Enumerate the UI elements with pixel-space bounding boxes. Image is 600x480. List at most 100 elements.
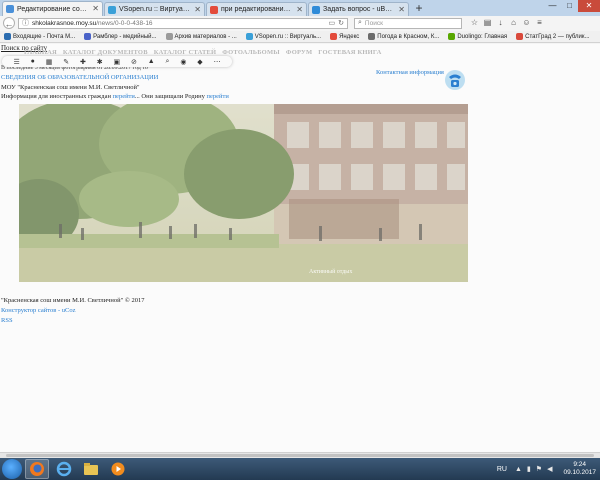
minimize-button[interactable]: — — [544, 0, 561, 12]
tab-title: при редактировании новост — [221, 6, 292, 13]
info-text: Информация для иностранных граждан — [1, 93, 111, 100]
start-button[interactable] — [2, 459, 22, 479]
system-tray: RU ▲ ▮ ⚑ ◀ 9:24 09.10.2017 — [497, 458, 596, 480]
network-icon[interactable]: ▮ — [527, 465, 531, 473]
menu-icon[interactable]: ≡ — [533, 17, 546, 29]
url-domain: shkolakrasnoe.moy.su — [32, 19, 97, 27]
school-photo: Активный отдых — [19, 104, 468, 282]
school-name: МОУ "Красненская сош имени М.И. Светличн… — [1, 84, 140, 91]
block-icon[interactable]: ⊘ — [131, 58, 137, 66]
help-icon[interactable]: ◆ — [197, 58, 202, 66]
tab-favicon-icon — [6, 5, 14, 13]
rss-link[interactable]: RSS — [1, 317, 13, 324]
mail-icon — [4, 33, 11, 40]
bookmark-item[interactable]: СтатГрад 2 — публик... — [516, 33, 590, 40]
download-icon[interactable]: ↓ — [494, 17, 507, 29]
media-player-taskbar-icon[interactable] — [106, 459, 130, 479]
vsopen-icon — [245, 33, 253, 40]
tab-favicon-icon — [108, 6, 116, 14]
menu-item-documents[interactable]: КАТАЛОГ ДОКУМЕНТОВ — [63, 49, 148, 56]
menu-item-photoalbums[interactable]: ФОТОАЛЬБОМЫ — [222, 49, 280, 56]
bookmark-label: Duolingo: Главная — [457, 33, 508, 40]
ie-taskbar-icon[interactable] — [52, 459, 76, 479]
bookmark-item[interactable]: Duolingo: Главная — [448, 33, 507, 40]
organization-info-link[interactable]: СВЕДЕНИЯ ОБ ОБРАЗОВАТЕЛЬНОЙ ОРГАНИЗАЦИИ — [1, 74, 158, 81]
menu-item-forum[interactable]: ФОРУМ — [286, 49, 312, 56]
star-icon[interactable]: ☆ — [468, 17, 481, 29]
folder-icon — [84, 463, 98, 475]
search-icon: ⌕ — [358, 19, 362, 26]
library-icon[interactable]: ▤ — [481, 17, 494, 29]
arrow-up-icon[interactable]: ▲ — [515, 466, 522, 473]
bookmark-item[interactable]: Рамблер - медийный... — [84, 33, 157, 40]
bookmark-item[interactable]: VSopen.ru :: Виртуаль... — [245, 33, 321, 40]
media-icon[interactable]: ▣ — [113, 58, 120, 66]
more-icon[interactable]: ⋯ — [214, 58, 221, 66]
close-tab-icon[interactable]: ✕ — [296, 5, 303, 14]
close-tab-icon[interactable]: ✕ — [398, 5, 405, 14]
yandex-icon — [330, 33, 338, 40]
flag-icon[interactable]: ⚑ — [536, 465, 542, 473]
close-tab-icon[interactable]: ✕ — [194, 5, 201, 14]
menu-icon[interactable]: ☰ — [13, 58, 19, 66]
grid-icon[interactable]: ▦ — [46, 58, 53, 66]
bookmark-label: Погода в Красном, К... — [377, 33, 440, 40]
defended-homeland-link[interactable]: перейти — [207, 93, 229, 100]
foreigners-info-link[interactable]: перейти — [113, 93, 135, 100]
maximize-button[interactable]: □ — [561, 0, 578, 12]
clock[interactable]: 9:24 09.10.2017 — [563, 461, 596, 477]
tab-news-edit-question[interactable]: при редактировании новост ✕ — [206, 2, 307, 16]
tab-title: VSopen.ru :: Виртуальный ц — [119, 6, 190, 13]
tab-favicon-icon — [312, 6, 320, 14]
bell-icon[interactable]: ▲ — [148, 58, 155, 65]
reader-view-icon[interactable]: ▭ — [329, 19, 336, 27]
puzzle-icon[interactable]: ✚ — [80, 58, 86, 66]
tab-favicon-icon — [210, 6, 218, 14]
tab-edit-message[interactable]: Редактирование сообщения ✕ — [2, 1, 103, 16]
edit-icon[interactable]: ✎ — [63, 58, 69, 66]
settings-icon[interactable]: ✱ — [97, 58, 103, 66]
search-icon[interactable]: ⌕ — [166, 58, 170, 66]
search-input[interactable]: ⌕ Поиск — [354, 17, 462, 29]
contacts-link[interactable]: Контактная информация — [376, 69, 444, 76]
url-text[interactable]: shkolakrasnoe.moy.su/news/0-0-0-438-16 — [32, 20, 326, 27]
bookmark-item[interactable]: Яндекс — [330, 33, 359, 40]
ucoz-constructor-link[interactable]: Конструктор сайтов - uCoz — [1, 307, 75, 314]
language-indicator[interactable]: RU — [497, 466, 507, 473]
smiley-icon[interactable]: ☺ — [520, 17, 533, 29]
info-separator: ... Они защищали Родину — [134, 93, 205, 100]
page-icon — [165, 33, 173, 40]
bookmark-label: Архив материалов - ... — [174, 33, 237, 40]
eye-icon[interactable]: ◉ — [180, 58, 186, 66]
firefox-icon — [30, 462, 44, 476]
bookmark-item[interactable]: Архив материалов - ... — [165, 33, 237, 40]
close-tab-icon[interactable]: ✕ — [92, 4, 99, 13]
reload-icon[interactable]: ↻ — [338, 19, 344, 27]
phone-icon[interactable] — [443, 69, 467, 91]
bookmark-label: СтатГрад 2 — публик... — [525, 33, 590, 40]
bookmark-item[interactable]: Погода в Красном, К... — [368, 33, 439, 40]
tab-ask-question[interactable]: Задать вопрос - uВопросы ✕ — [308, 2, 409, 16]
bookmark-item[interactable]: Входящие - Почта M... — [4, 33, 75, 40]
bookmarks-bar: Входящие - Почта M... Рамблер - медийный… — [0, 31, 600, 43]
search-placeholder: Поиск — [364, 19, 383, 27]
tab-vsopen[interactable]: VSopen.ru :: Виртуальный ц ✕ — [104, 2, 205, 16]
address-bar[interactable]: ⓘ shkolakrasnoe.moy.su/news/0-0-0-438-16… — [18, 17, 348, 29]
scrollbar-thumb[interactable] — [6, 454, 594, 457]
close-window-button[interactable]: ✕ — [578, 0, 600, 12]
info-icon[interactable]: ⓘ — [22, 18, 29, 28]
bookmark-label: Рамблер - медийный... — [93, 33, 157, 40]
media-player-icon — [111, 462, 125, 476]
back-arrow-icon[interactable]: ← — [3, 17, 15, 29]
new-tab-button[interactable]: + — [412, 2, 426, 16]
menu-item-guestbook[interactable]: ГОСТЕВАЯ КНИГА — [318, 49, 381, 56]
home-icon[interactable]: ⌂ — [507, 17, 520, 29]
duolingo-icon — [448, 33, 456, 40]
volume-icon[interactable]: ◀ — [547, 465, 552, 473]
copyright: "Красненская сош имени М.И. Светличной" … — [1, 297, 145, 304]
menu-item-articles[interactable]: КАТАЛОГ СТАТЕЙ — [154, 49, 217, 56]
dashboard-icon[interactable]: ● — [31, 58, 35, 65]
firefox-taskbar-icon[interactable] — [25, 459, 49, 479]
menu-item-home[interactable]: ГЛАВНАЯ — [24, 49, 57, 56]
explorer-taskbar-icon[interactable] — [79, 459, 103, 479]
